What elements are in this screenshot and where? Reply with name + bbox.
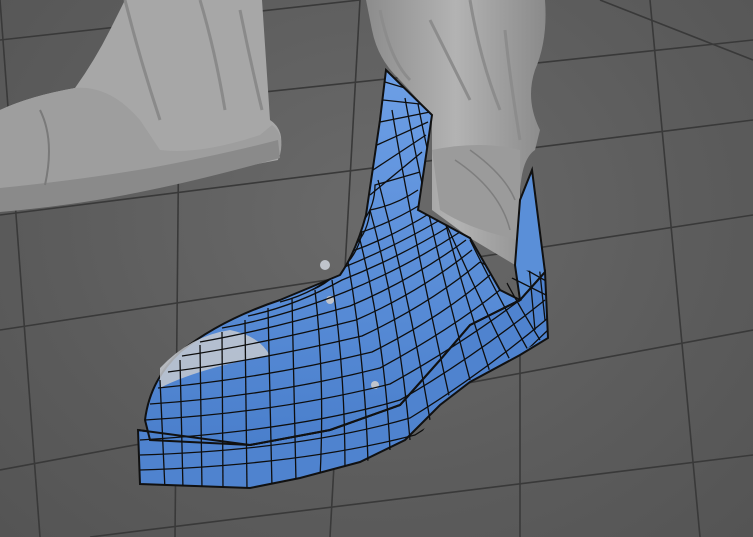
3d-viewport[interactable] — [0, 0, 753, 537]
viewport-scene — [0, 0, 753, 537]
left-boot-sculpt — [0, 0, 282, 212]
